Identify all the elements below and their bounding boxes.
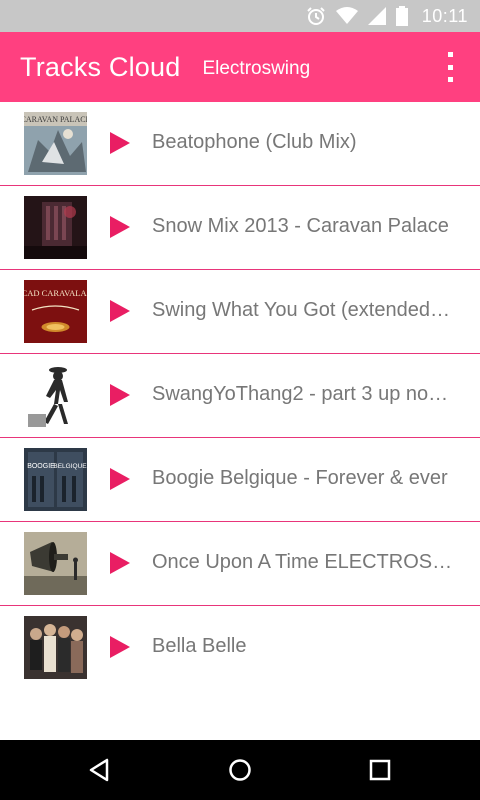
- app-bar: Tracks Cloud Electroswing: [0, 32, 480, 102]
- play-icon[interactable]: [108, 215, 132, 239]
- app-subtitle: Electroswing: [202, 57, 311, 79]
- album-art-thumbnail: BOOGIE BELGIQUE: [24, 448, 87, 511]
- play-icon[interactable]: [108, 467, 132, 491]
- overflow-menu-icon[interactable]: [438, 52, 462, 82]
- track-title: Once Upon A Time ELECTROS…: [152, 551, 453, 573]
- track-title: Beatophone (Club Mix): [152, 131, 357, 153]
- battery-icon: [395, 6, 408, 26]
- album-art-label: BELGIQUE: [53, 463, 87, 470]
- track-row[interactable]: Snow Mix 2013 - Caravan Palace: [0, 186, 480, 270]
- screen: 10:11 Tracks Cloud Electroswing CARAVAN …: [0, 0, 480, 800]
- track-list: CARAVAN PALACE Beatophone (Club Mix) Sno…: [0, 102, 480, 740]
- overflow-menu-dot: [447, 77, 453, 82]
- play-icon[interactable]: [108, 551, 132, 575]
- play-icon[interactable]: [108, 299, 132, 323]
- recents-icon[interactable]: [366, 756, 394, 784]
- album-art-thumbnail: [24, 616, 87, 679]
- navigation-bar: [0, 740, 480, 800]
- home-icon[interactable]: [226, 756, 254, 784]
- status-time: 10:11: [421, 5, 468, 26]
- play-icon[interactable]: [108, 635, 132, 659]
- app-title: Tracks Cloud: [20, 51, 181, 82]
- back-icon[interactable]: [86, 756, 114, 784]
- track-title: SwangYoThang2 - part 3 up no…: [152, 383, 449, 405]
- album-art-thumbnail: [24, 364, 87, 427]
- track-row[interactable]: SwangYoThang2 - part 3 up no…: [0, 354, 480, 438]
- wifi-icon: [335, 7, 358, 25]
- track-title: Swing What You Got (extended…: [152, 299, 450, 321]
- track-row[interactable]: CAD CARAVALAI Swing What You Got (extend…: [0, 270, 480, 354]
- album-art-thumbnail: [24, 196, 87, 259]
- album-art-thumbnail: CARAVAN PALACE: [24, 112, 87, 175]
- track-title: Bella Belle: [152, 635, 247, 657]
- album-art-thumbnail: CAD CARAVALAI: [24, 280, 87, 343]
- album-art-label: CAD CARAVALAI: [24, 288, 87, 298]
- album-art-label: CARAVAN PALACE: [24, 115, 87, 124]
- track-row[interactable]: BOOGIE BELGIQUE Boogie Belgique - Foreve…: [0, 438, 480, 522]
- status-bar: 10:11: [0, 0, 480, 32]
- overflow-menu-dot: [447, 64, 453, 70]
- album-art-thumbnail: [24, 532, 87, 595]
- album-art-label: BOOGIE: [27, 463, 55, 470]
- overflow-menu-dot: [447, 52, 453, 57]
- play-icon[interactable]: [108, 383, 132, 407]
- track-title: Snow Mix 2013 - Caravan Palace: [152, 215, 449, 237]
- play-icon[interactable]: [108, 131, 132, 155]
- track-row[interactable]: Bella Belle: [0, 606, 480, 689]
- track-row[interactable]: CARAVAN PALACE Beatophone (Club Mix): [0, 102, 480, 186]
- cell-signal-icon: [367, 7, 386, 25]
- track-title: Boogie Belgique - Forever & ever: [152, 467, 448, 489]
- alarm-icon: [306, 6, 326, 26]
- track-row[interactable]: Once Upon A Time ELECTROS…: [0, 522, 480, 606]
